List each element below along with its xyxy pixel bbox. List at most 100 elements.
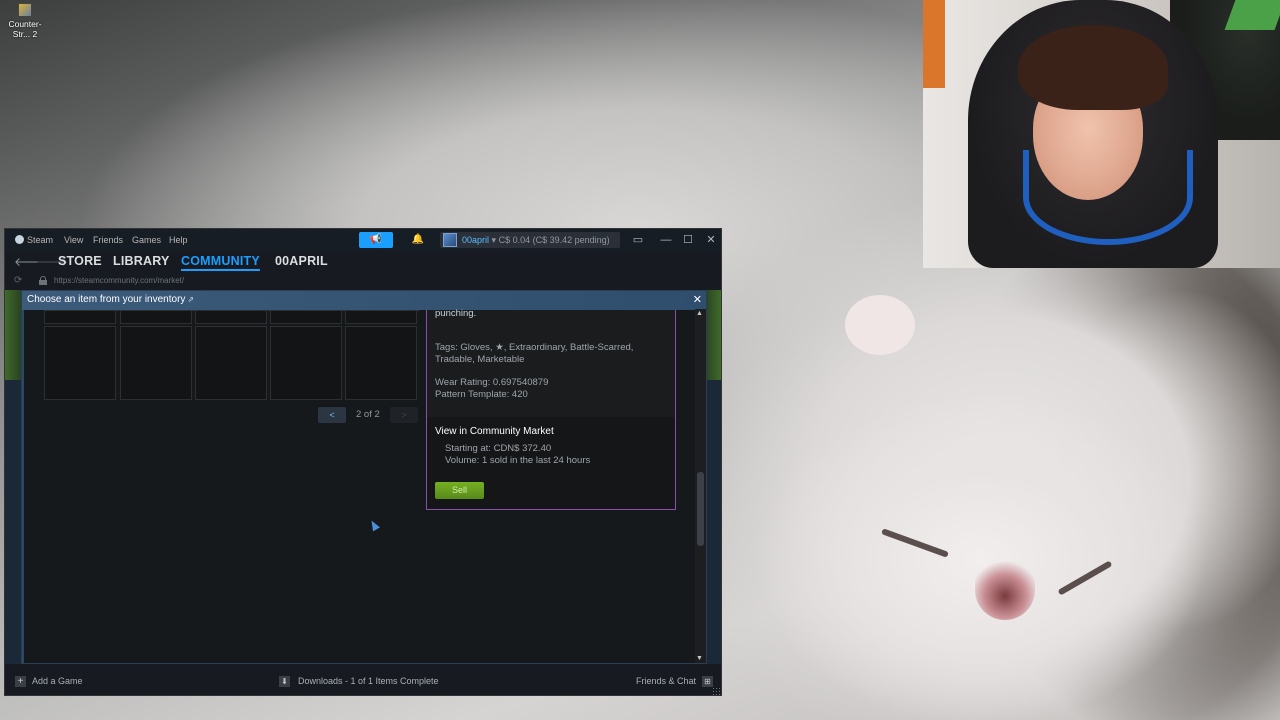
window-close-button[interactable]: ✕: [700, 232, 721, 248]
webcam-door: [923, 0, 945, 88]
tab-store[interactable]: STORE: [58, 254, 102, 268]
nav-bar: 🡐 🡒 STORE LIBRARY COMMUNITY 00APRIL: [5, 251, 721, 273]
market-info: View in Community Market Starting at: CD…: [427, 417, 675, 509]
dialog-scrollbar[interactable]: ▲ ▼: [695, 309, 706, 663]
pattern-template: Pattern Template: 420: [435, 389, 528, 400]
url-bar: ⟳ https://steamcommunity.com/market/: [5, 273, 721, 290]
account-menu[interactable]: 00april ▾ C$ 0.04 (C$ 39.42 pending): [440, 232, 620, 248]
lock-icon: [39, 276, 47, 285]
friends-chat-button[interactable]: Friends & Chat ⊞: [636, 676, 714, 687]
maximize-icon: ☐: [683, 234, 693, 246]
megaphone-icon: 📢: [369, 234, 383, 245]
webcam-overlay: [923, 0, 1280, 268]
view-in-market-link[interactable]: View in Community Market: [435, 426, 554, 437]
page-indicator: 2 of 2: [356, 409, 380, 420]
chevron-down-icon: ▾: [491, 235, 499, 245]
scroll-up-icon[interactable]: ▲: [696, 310, 703, 317]
inventory-pager: < 2 of 2 >: [318, 407, 428, 423]
monitor-icon: ▭: [632, 234, 644, 246]
close-icon: ✕: [706, 234, 716, 246]
minimize-icon: —: [660, 234, 672, 246]
wallet-balance: C$ 0.04 (C$ 39.42 pending): [498, 235, 610, 245]
game-shortcut-icon: [18, 3, 32, 17]
external-link-icon[interactable]: ⇗: [187, 295, 194, 304]
bell-icon: 🔔: [411, 234, 425, 245]
menu-steam[interactable]: Steam: [15, 235, 53, 245]
wear-rating: Wear Rating: 0.697540879: [435, 377, 549, 388]
scrollbar-thumb[interactable]: [697, 472, 704, 546]
inventory-slot[interactable]: [120, 326, 192, 400]
item-description: punching.: [435, 308, 477, 319]
starting-price: Starting at: CDN$ 372.40: [445, 443, 552, 454]
downloads-status[interactable]: ⬇ Downloads - 1 of 1 Items Complete: [279, 676, 439, 687]
tab-username[interactable]: 00APRIL: [275, 254, 328, 268]
inventory-slot[interactable]: [195, 326, 267, 400]
friends-chat-label: Friends & Chat: [636, 676, 697, 686]
inventory-slot[interactable]: [345, 310, 417, 324]
resize-grip[interactable]: [712, 687, 720, 695]
menu-help[interactable]: Help: [169, 235, 188, 245]
market-price-info: Starting at: CDN$ 372.40 Volume: 1 sold …: [445, 443, 590, 467]
scroll-down-icon[interactable]: ▼: [696, 655, 703, 662]
menu-friends[interactable]: Friends: [93, 235, 123, 245]
inventory-slot[interactable]: [270, 310, 342, 324]
inventory-slot[interactable]: [270, 326, 342, 400]
plus-icon: +: [15, 676, 26, 687]
url-text[interactable]: https://steamcommunity.com/market/: [54, 276, 184, 285]
steam-logo-icon: [15, 235, 24, 244]
sales-volume: Volume: 1 sold in the last 24 hours: [445, 455, 591, 466]
item-detail-panel: punching. Tags: Gloves, ★, Extraordinary…: [426, 308, 676, 510]
item-wear-info: Wear Rating: 0.697540879 Pattern Templat…: [435, 377, 548, 401]
inventory-slot[interactable]: [195, 310, 267, 324]
dialog-title-text: Choose an item from your inventory: [27, 294, 186, 305]
inventory-slot[interactable]: [44, 326, 116, 400]
tab-library[interactable]: LIBRARY: [113, 254, 170, 268]
dialog-close-button[interactable]: ✕: [693, 293, 702, 306]
avatar: [443, 233, 457, 247]
kitten-eye-right: [1057, 560, 1113, 596]
add-game-button[interactable]: + Add a Game: [15, 676, 83, 687]
downloads-label: Downloads - 1 of 1 Items Complete: [298, 676, 439, 686]
webcam-hair: [1018, 25, 1168, 110]
menu-view[interactable]: View: [64, 235, 83, 245]
maximize-button[interactable]: ☐: [677, 232, 699, 248]
announcements-button[interactable]: 📢: [359, 232, 393, 248]
close-icon: ✕: [692, 294, 702, 306]
add-game-label: Add a Game: [32, 676, 83, 686]
inventory-slot[interactable]: [44, 310, 116, 324]
big-picture-button[interactable]: ▭: [627, 232, 649, 248]
desktop-shortcut-label: Counter-Str... 2: [8, 19, 42, 39]
desktop-shortcut-counter-strike[interactable]: Counter-Str... 2: [0, 3, 50, 39]
inventory-slot[interactable]: [345, 326, 417, 400]
inventory-picker-dialog: Choose an item from your inventory ⇗ ✕ < …: [21, 290, 707, 664]
account-name: 00april: [462, 235, 490, 245]
download-icon: ⬇: [279, 676, 290, 687]
menu-games[interactable]: Games: [132, 235, 161, 245]
item-tags-line: Tags: Gloves, ★, Extraordinary, Battle-S…: [435, 342, 634, 353]
page-background-right: [705, 290, 721, 380]
sell-button[interactable]: Sell: [435, 482, 484, 499]
next-page-button[interactable]: >: [390, 407, 418, 423]
item-tags: Tags: Gloves, ★, Extraordinary, Battle-S…: [435, 342, 665, 366]
kitten-ear: [845, 295, 915, 355]
chat-icon: ⊞: [702, 676, 714, 687]
kitten-eye-left: [881, 528, 949, 558]
inventory-slot[interactable]: [120, 310, 192, 324]
dialog-body: < 2 of 2 > punching. Tags: Gloves, ★, Ex…: [22, 308, 698, 663]
steam-window: Steam View Friends Games Help 📢 🔔 00apri…: [4, 228, 722, 696]
minimize-button[interactable]: —: [655, 232, 677, 248]
tab-community[interactable]: COMMUNITY: [181, 254, 260, 271]
prev-page-button[interactable]: <: [318, 407, 346, 423]
item-tags-line: Tradable, Marketable: [435, 354, 525, 365]
dialog-title: Choose an item from your inventory ⇗: [27, 294, 194, 305]
webcam-headset: [1023, 150, 1193, 245]
page-background-left: [5, 290, 21, 380]
notifications-button[interactable]: 🔔: [407, 232, 429, 248]
title-bar: Steam View Friends Games Help 📢 🔔 00apri…: [5, 229, 721, 251]
inventory-grid: [44, 310, 420, 400]
bottom-bar: + Add a Game ⬇ Downloads - 1 of 1 Items Co…: [5, 668, 721, 695]
dialog-header: Choose an item from your inventory ⇗ ✕: [22, 291, 706, 310]
reload-icon[interactable]: ⟳: [14, 275, 22, 286]
menu-steam-label: Steam: [27, 235, 54, 245]
kitten-nose: [975, 560, 1035, 620]
